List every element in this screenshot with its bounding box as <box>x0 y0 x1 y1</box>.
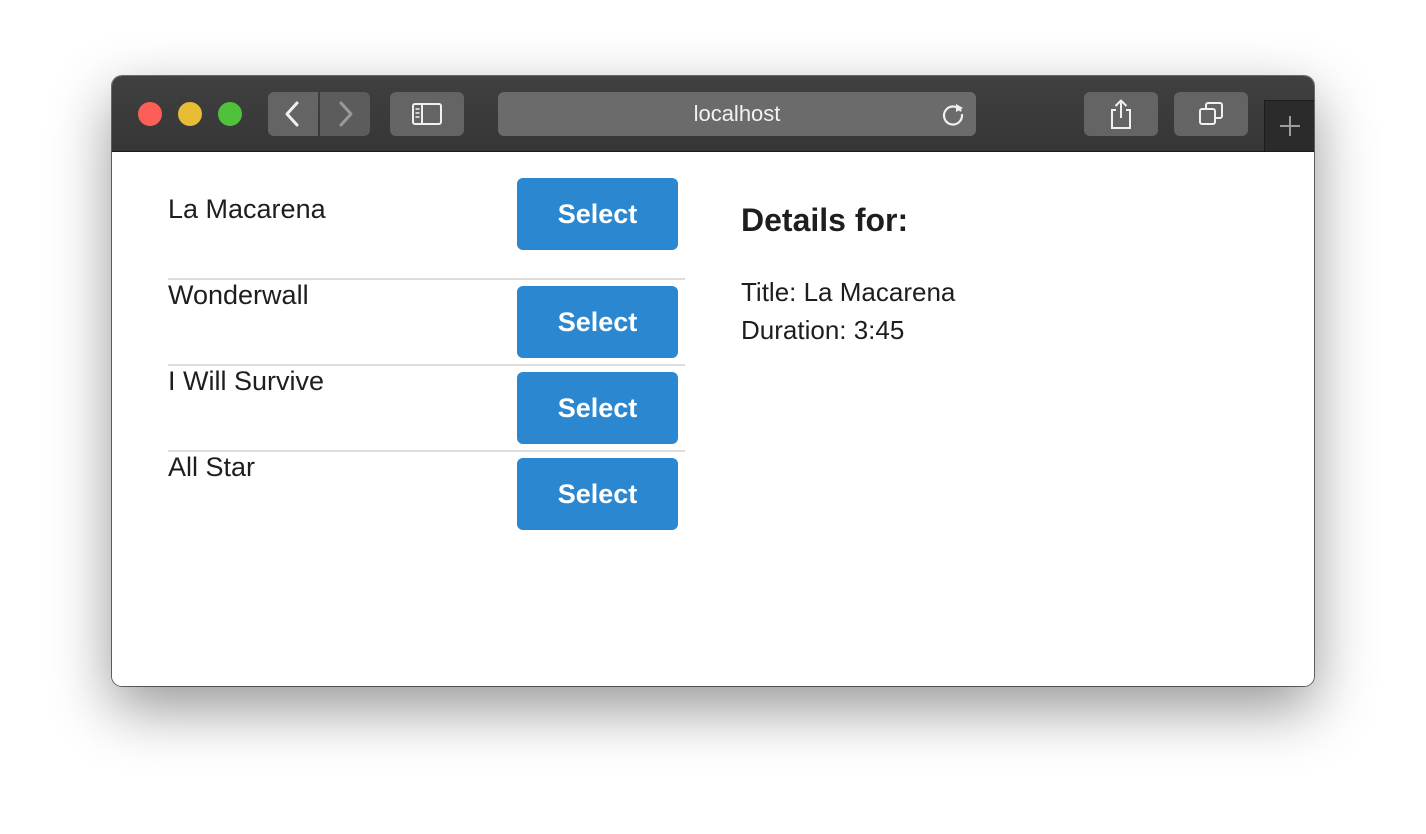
song-title: Wonderwall <box>168 280 309 310</box>
list-item: Wonderwall Select <box>168 280 685 366</box>
browser-window: localhost La Macarena Select Wonderwall … <box>112 76 1314 686</box>
select-button[interactable]: Select <box>517 458 678 530</box>
page-content: La Macarena Select Wonderwall Select I W… <box>112 152 1314 686</box>
details-heading: Details for: <box>741 202 909 238</box>
reload-icon[interactable] <box>940 101 966 127</box>
address-bar[interactable]: localhost <box>498 92 976 136</box>
sidebar-icon <box>412 103 442 125</box>
sidebar-toggle-button[interactable] <box>390 92 464 136</box>
list-item: La Macarena Select <box>168 178 685 280</box>
list-item: All Star Select <box>168 452 685 538</box>
forward-button[interactable] <box>320 92 370 136</box>
chevron-left-icon <box>285 101 299 127</box>
back-button[interactable] <box>268 92 318 136</box>
song-title: I Will Survive <box>168 366 325 396</box>
song-list: La Macarena Select Wonderwall Select I W… <box>168 178 685 538</box>
select-button[interactable]: Select <box>517 286 678 358</box>
minimize-window-button[interactable] <box>178 102 202 126</box>
share-icon <box>1111 99 1131 129</box>
select-button[interactable]: Select <box>517 178 678 250</box>
details-panel: Details for: Title: La Macarena Duration… <box>741 202 955 349</box>
chevron-right-icon <box>339 101 353 127</box>
details-body: Title: La Macarena Duration: 3:45 <box>741 273 955 349</box>
details-duration: Duration: 3:45 <box>741 315 905 345</box>
share-button[interactable] <box>1084 92 1158 136</box>
song-title: La Macarena <box>168 194 326 224</box>
close-window-button[interactable] <box>138 102 162 126</box>
select-button[interactable]: Select <box>517 372 678 444</box>
new-tab-button[interactable] <box>1264 100 1314 151</box>
song-title: All Star <box>168 452 256 482</box>
address-bar-url: localhost <box>693 101 781 126</box>
tab-overview-button[interactable] <box>1174 92 1248 136</box>
details-title: Title: La Macarena <box>741 277 956 307</box>
list-item: I Will Survive Select <box>168 366 685 452</box>
zoom-window-button[interactable] <box>218 102 242 126</box>
browser-toolbar: localhost <box>112 76 1314 152</box>
tabs-overview-icon <box>1199 102 1223 125</box>
plus-icon <box>1279 116 1300 136</box>
